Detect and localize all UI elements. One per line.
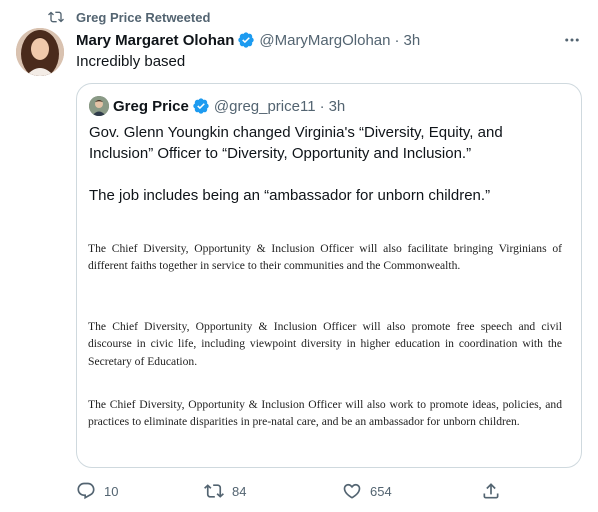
quote-timestamp: 3h <box>328 97 346 115</box>
document-image[interactable]: The Chief Diversity, Opportunity & Inclu… <box>78 224 580 462</box>
quote-text: Gov. Glenn Youngkin changed Virginia's “… <box>89 122 569 206</box>
quoted-tweet[interactable]: Greg Price @greg_price11 · 3h Gov. Glenn… <box>76 83 582 468</box>
tweet-actions: 10 84 654 <box>76 480 506 502</box>
share-icon <box>481 481 501 501</box>
quote-author-display-name: Greg Price <box>113 97 189 115</box>
reply-count: 10 <box>104 483 119 499</box>
quote-text-paragraph: Gov. Glenn Youngkin changed Virginia's “… <box>89 124 503 162</box>
tweet-header: Mary Margaret Olohan @MaryMargOlohan · 3… <box>76 30 582 50</box>
verified-badge-icon <box>192 97 210 115</box>
quote-header-separator: · <box>319 97 325 115</box>
author-handle[interactable]: @MaryMargOlohan <box>259 32 390 49</box>
quote-text-paragraph: The job includes being an “ambassador fo… <box>89 187 491 204</box>
quote-header: Greg Price @greg_price11 · 3h <box>89 96 345 116</box>
retweet-label: Greg Price Retweeted <box>76 9 211 25</box>
document-paragraph: The Chief Diversity, Opportunity & Inclu… <box>88 398 562 429</box>
document-paragraph: The Chief Diversity, Opportunity & Inclu… <box>88 320 562 368</box>
like-button[interactable]: 654 <box>342 480 392 502</box>
document-paragraph: The Chief Diversity, Opportunity & Inclu… <box>88 242 562 273</box>
author-avatar[interactable] <box>16 28 64 76</box>
retweet-context[interactable]: Greg Price Retweeted <box>48 9 210 25</box>
tweet-text: Incredibly based <box>76 53 186 70</box>
heart-icon <box>342 481 362 501</box>
retweet-icon <box>48 9 64 25</box>
verified-badge-icon <box>237 31 255 49</box>
retweet-button[interactable]: 84 <box>204 480 246 502</box>
tweet-timestamp[interactable]: 3h <box>403 32 420 49</box>
share-button[interactable] <box>481 480 501 502</box>
retweet-count: 84 <box>232 483 247 499</box>
author-display-name[interactable]: Mary Margaret Olohan <box>76 32 234 49</box>
quote-author-handle: @greg_price11 <box>213 97 316 115</box>
quote-author-avatar <box>89 96 109 116</box>
retweet-icon <box>204 481 224 501</box>
header-separator: · <box>394 31 400 49</box>
like-count: 654 <box>370 483 392 499</box>
reply-icon <box>76 481 96 501</box>
reply-button[interactable]: 10 <box>76 480 118 502</box>
more-dots-icon[interactable] <box>562 30 582 50</box>
